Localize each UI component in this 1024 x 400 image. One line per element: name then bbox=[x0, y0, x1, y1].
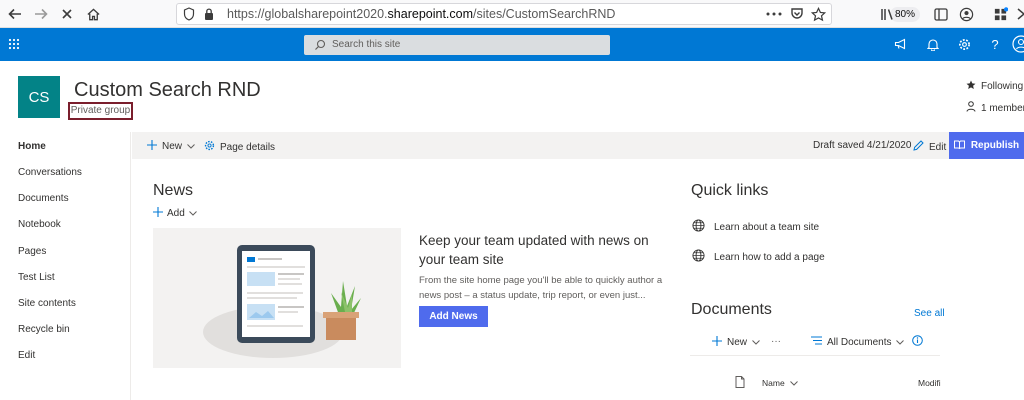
view-selector[interactable]: All Documents bbox=[811, 336, 905, 348]
quick-link-add-page[interactable]: Learn how to add a page bbox=[692, 249, 825, 265]
globe-icon bbox=[692, 219, 705, 235]
pocket-icon[interactable] bbox=[786, 3, 808, 25]
account-icon[interactable] bbox=[955, 3, 977, 25]
news-illustration bbox=[153, 228, 401, 368]
plus-icon bbox=[153, 207, 163, 220]
plus-icon bbox=[712, 336, 722, 349]
extensions-icon[interactable] bbox=[989, 3, 1011, 25]
nav-item-conversations[interactable]: Conversations bbox=[18, 167, 82, 178]
nav-item-documents[interactable]: Documents bbox=[18, 193, 69, 204]
view-selector-label: All Documents bbox=[827, 336, 892, 348]
lock-icon[interactable] bbox=[203, 7, 215, 26]
nav-item-home[interactable]: Home bbox=[18, 141, 46, 152]
nav-item-test-list[interactable]: Test List bbox=[18, 272, 55, 283]
following-label: Following bbox=[981, 81, 1024, 92]
search-placeholder: Search this site bbox=[332, 39, 401, 50]
column-header-modified[interactable]: Modifi bbox=[918, 378, 941, 388]
documents-new-button[interactable]: New bbox=[712, 336, 760, 349]
file-type-icon[interactable] bbox=[735, 376, 745, 390]
library-icon[interactable] bbox=[876, 3, 898, 25]
chevron-down-icon bbox=[896, 337, 905, 348]
person-icon bbox=[966, 101, 976, 115]
page-details-button[interactable]: Page details bbox=[204, 140, 275, 154]
chevron-down-icon bbox=[789, 378, 798, 388]
nav-item-site-contents[interactable]: Site contents bbox=[18, 298, 76, 309]
address-bar[interactable]: https://globalsharepoint2020.sharepoint.… bbox=[176, 3, 920, 26]
suite-bar: Search this site ? bbox=[0, 28, 1024, 61]
documents-divider bbox=[690, 355, 940, 356]
chevron-down-icon bbox=[188, 208, 197, 219]
megaphone-icon[interactable] bbox=[893, 36, 909, 52]
nav-item-pages[interactable]: Pages bbox=[18, 246, 46, 257]
bookmark-star-icon[interactable] bbox=[807, 3, 829, 25]
draft-status: Draft saved 4/21/2020 bbox=[813, 140, 912, 151]
search-icon bbox=[314, 38, 326, 56]
site-logo[interactable]: CS bbox=[18, 76, 60, 118]
globe-icon bbox=[692, 249, 705, 265]
republish-button[interactable]: Republish bbox=[949, 132, 1024, 159]
news-description: From the site home page you'll be able t… bbox=[419, 275, 663, 301]
documents-title: Documents bbox=[691, 301, 772, 318]
chevron-down-icon bbox=[752, 337, 760, 348]
new-menu-button[interactable]: New bbox=[147, 140, 195, 153]
edit-button[interactable]: Edit bbox=[913, 140, 946, 154]
quick-link-label: Learn about a team site bbox=[714, 221, 820, 233]
nav-item-notebook[interactable]: Notebook bbox=[18, 219, 61, 230]
app-launcher-icon[interactable] bbox=[6, 36, 22, 52]
book-icon bbox=[953, 140, 965, 152]
forward-arrow-icon[interactable] bbox=[30, 3, 52, 25]
left-navigation: Home Conversations Documents Notebook Pa… bbox=[0, 132, 131, 400]
new-label: New bbox=[162, 141, 183, 152]
menu-overflow-icon[interactable] bbox=[1010, 3, 1024, 25]
news-add-label: Add bbox=[167, 208, 185, 219]
add-news-button[interactable]: Add News bbox=[419, 306, 488, 327]
members-button[interactable]: 1 member bbox=[966, 101, 1024, 115]
page-actions-icon[interactable] bbox=[763, 3, 785, 25]
info-icon[interactable] bbox=[912, 335, 923, 346]
pencil-icon bbox=[913, 140, 924, 154]
quick-link-label: Learn how to add a page bbox=[714, 251, 825, 263]
help-icon[interactable]: ? bbox=[987, 36, 1003, 52]
republish-label: Republish bbox=[970, 140, 1020, 151]
see-all-link[interactable]: See all bbox=[914, 308, 945, 319]
news-section-title: News bbox=[153, 182, 194, 199]
nav-item-edit[interactable]: Edit bbox=[18, 350, 35, 361]
shield-icon[interactable] bbox=[183, 7, 195, 26]
command-bar: New Page details Draft saved 4/21/2020 E… bbox=[132, 132, 1024, 159]
user-avatar-icon[interactable] bbox=[1012, 35, 1024, 53]
stop-loading-icon[interactable] bbox=[56, 3, 78, 25]
list-view-icon bbox=[811, 336, 822, 348]
site-search-input[interactable]: Search this site bbox=[304, 35, 610, 55]
quick-links-title: Quick links bbox=[691, 182, 769, 199]
edit-label: Edit bbox=[929, 141, 947, 153]
browser-toolbar: https://globalsharepoint2020.sharepoint.… bbox=[0, 0, 1024, 28]
news-add-button[interactable]: Add bbox=[153, 207, 197, 220]
site-title[interactable]: Custom Search RND bbox=[74, 79, 261, 102]
quick-link-team-site[interactable]: Learn about a team site bbox=[692, 219, 819, 235]
chevron-down-icon bbox=[187, 141, 195, 152]
more-options-button[interactable]: ··· bbox=[771, 336, 781, 347]
members-label: 1 member bbox=[981, 102, 1024, 114]
home-icon[interactable] bbox=[82, 3, 104, 25]
plus-icon bbox=[147, 140, 157, 153]
sidebar-toggle-icon[interactable] bbox=[930, 3, 952, 25]
privacy-label: Private group bbox=[68, 102, 133, 120]
column-name-label: Name bbox=[762, 378, 785, 388]
star-filled-icon bbox=[966, 80, 976, 93]
notification-bell-icon[interactable] bbox=[925, 36, 941, 52]
news-heading: Keep your team updated with news on your… bbox=[419, 233, 649, 267]
settings-gear-icon[interactable] bbox=[956, 36, 972, 52]
nav-item-recycle-bin[interactable]: Recycle bin bbox=[18, 324, 70, 335]
url-text: https://globalsharepoint2020.sharepoint.… bbox=[227, 7, 616, 21]
back-arrow-icon[interactable] bbox=[4, 3, 26, 25]
page-details-label: Page details bbox=[220, 141, 276, 153]
documents-new-label: New bbox=[727, 337, 748, 348]
column-header-name[interactable]: Name bbox=[762, 378, 798, 388]
gear-icon bbox=[204, 140, 215, 154]
following-button[interactable]: Following bbox=[966, 80, 1023, 93]
